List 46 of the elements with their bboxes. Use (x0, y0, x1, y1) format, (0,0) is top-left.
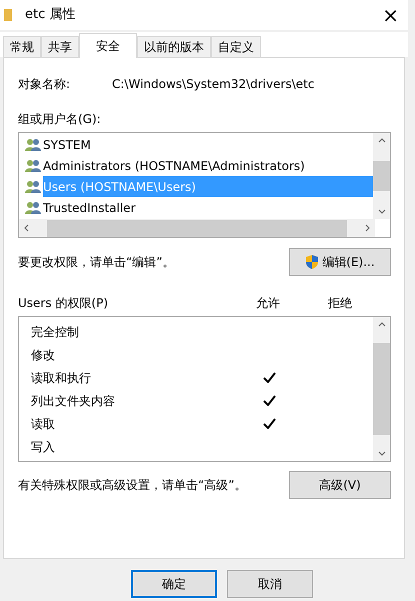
object-path: C:\Windows\System32\drivers\etc (112, 76, 314, 93)
hint-text: 有关特殊权限或高级设置，请单击“高级”。 (18, 477, 246, 494)
dialog-button[interactable]: 确定 (131, 570, 217, 598)
users-icon (25, 200, 41, 214)
field-label: 对象名称: (18, 76, 72, 93)
scrollbar-thumb[interactable] (47, 220, 347, 236)
permission-name: 读取和执行 (31, 370, 92, 386)
users-icon (25, 158, 41, 172)
scroll-right-icon[interactable] (365, 224, 370, 232)
column-header: 拒绝 (328, 295, 352, 312)
user-list-item[interactable]: TrustedInstaller (43, 197, 140, 218)
scroll-down-icon[interactable] (378, 209, 386, 214)
users-icon (25, 138, 41, 152)
edit-button[interactable]: 编辑(E)... (289, 248, 391, 276)
permission-name: 修改 (31, 346, 56, 364)
tab[interactable]: 以前的版本 (137, 36, 211, 57)
scrollbar-thumb[interactable] (373, 161, 390, 191)
close-button[interactable]: × (382, 5, 399, 25)
list-label: 组或用户名(G): (18, 111, 102, 128)
hint-text: 要更改权限，请单击“编辑”。 (18, 254, 174, 271)
tab[interactable]: 常规 (3, 36, 41, 57)
permission-name: 完全控制 (31, 324, 80, 340)
column-header: 允许 (256, 295, 281, 312)
scroll-down-icon[interactable] (378, 451, 386, 456)
permission-name: 列出文件夹内容 (31, 392, 116, 410)
scroll-up-icon[interactable] (378, 322, 386, 327)
list-label: Users 的权限(P) (18, 295, 110, 312)
vertical-scrollbar[interactable] (373, 133, 390, 219)
user-list-item[interactable]: Administrators (HOSTNAME\Administrators) (43, 155, 309, 176)
vertical-scrollbar[interactable] (373, 317, 390, 461)
scroll-left-icon[interactable] (24, 224, 29, 232)
tab[interactable]: 自定义 (211, 36, 261, 57)
tab[interactable]: 安全 (79, 33, 137, 58)
tab[interactable]: 共享 (41, 36, 79, 57)
scrollbar-thumb[interactable] (373, 343, 390, 435)
advanced-button[interactable]: 高级(V) (289, 471, 391, 499)
permission-name: 读取 (31, 416, 56, 432)
horizontal-scrollbar[interactable] (19, 219, 375, 237)
users-icon (25, 180, 41, 194)
dialog-button[interactable]: 取消 (227, 570, 313, 598)
window-title: etc 属性 (25, 6, 76, 24)
scroll-up-icon[interactable] (378, 138, 386, 143)
permission-name: 写入 (31, 438, 56, 456)
user-list-item[interactable]: SYSTEM (43, 134, 95, 155)
folder-icon (3, 8, 13, 22)
shield-icon (305, 254, 320, 270)
